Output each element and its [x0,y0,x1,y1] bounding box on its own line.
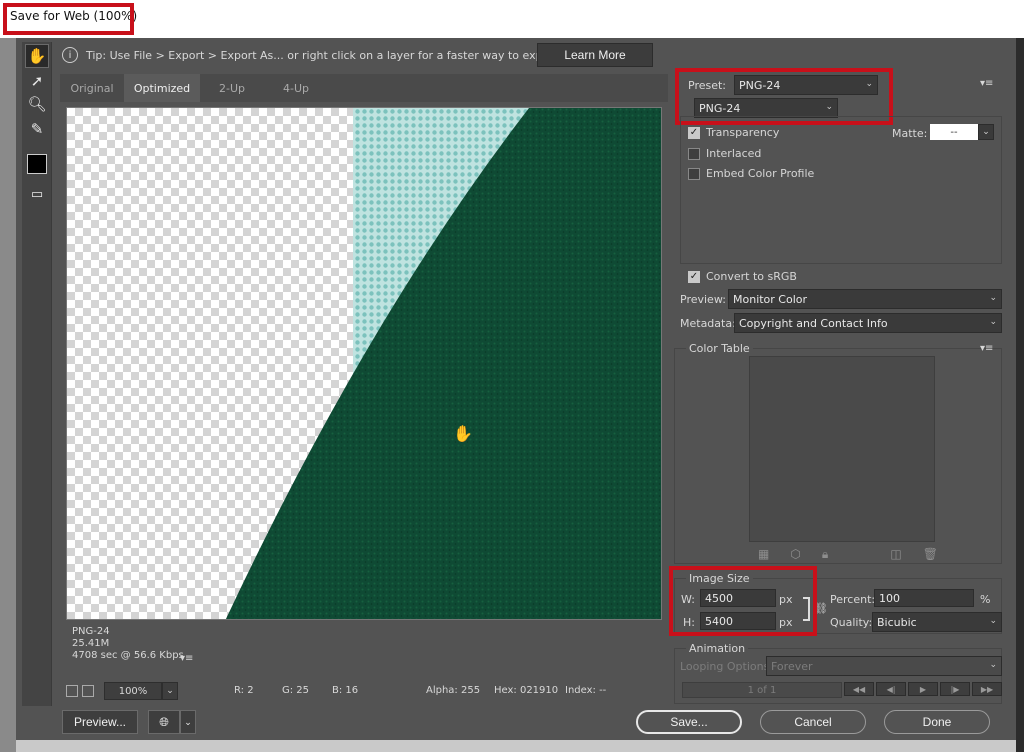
color-table-grid[interactable] [749,356,935,542]
view-tabs: Original Optimized 2-Up 4-Up [60,74,668,102]
color-table-title: Color Table [686,342,753,355]
status-hex: Hex: 021910 [494,685,559,696]
chevron-down-icon: ⌄ [989,293,997,303]
cube-icon[interactable]: ⬡ [790,547,800,562]
preview-button[interactable]: Preview... [62,710,138,734]
background-left [0,38,16,752]
status-blue: B: 16 [332,685,359,696]
status-green: G: 25 [282,685,310,696]
convert-srgb-option[interactable]: ✓ Convert to sRGB [688,270,797,283]
new-color-icon[interactable]: ◫ [890,547,901,562]
status-alpha: Alpha: 255 [426,685,481,696]
interlaced-option[interactable]: Interlaced [688,147,761,160]
play-icon[interactable]: ▶ [908,682,938,696]
preview-label: Preview: [680,293,726,306]
trash-icon[interactable]: 🗑︎ [923,547,938,562]
metadata-label: Metadata: [680,317,736,330]
looping-dropdown[interactable]: Forever ⌄ [766,656,1002,676]
embed-profile-label: Embed Color Profile [706,167,815,180]
matte-chevron-down-icon[interactable]: ⌄ [978,124,994,140]
checkmark-icon[interactable]: ✓ [688,270,700,283]
color-table-menu-icon[interactable]: ▾≡ [980,343,993,354]
quality-label: Quality: [830,616,873,629]
chevron-down-icon: ⌄ [989,660,997,670]
matte-color-swatch[interactable]: -- [930,124,978,140]
embed-profile-checkbox[interactable] [688,167,700,180]
previous-frame-icon[interactable]: ◀| [876,682,906,696]
preview-canvas[interactable]: ✋ [66,107,662,620]
status-bar: 100% ⌄ R: 2 G: 25 B: 16 Alpha: 255 Hex: … [60,680,668,702]
zoom-level-field[interactable]: 100% [104,682,162,700]
transparency-label: Transparency [706,126,780,139]
quality-value: Bicubic [877,615,917,629]
chevron-down-icon: ⌄ [989,616,997,626]
looping-value: Forever [771,659,813,673]
done-button[interactable]: Done [884,710,990,734]
frame-counter: 1 of 1 [682,682,842,698]
tip-text: Tip: Use File > Export > Export As... or… [86,48,597,62]
status-red: R: 2 [234,685,254,696]
info-icon: i [62,47,78,63]
preview-value: Monitor Color [733,292,808,306]
optimized-info: PNG-24 25.41M 4708 sec @ 56.6 Kbps [72,626,184,662]
toggle-slices-icon[interactable]: ▭ [25,182,49,206]
embed-profile-option[interactable]: Embed Color Profile [688,167,814,180]
metadata-dropdown[interactable]: Copyright and Contact Info ⌄ [734,313,1002,333]
learn-more-button[interactable]: Learn More [537,43,653,67]
matte-label: Matte: [892,127,928,140]
convert-srgb-label: Convert to sRGB [706,270,797,283]
percent-label: Percent: [830,593,876,606]
background-right [1016,38,1024,752]
lock-icon[interactable]: 🔒︎ [822,547,828,562]
info-download-time: 4708 sec @ 56.6 Kbps [72,650,184,661]
device-central-icon[interactable]: 🌐︎ [148,710,180,734]
image-artwork [225,108,661,619]
metadata-value: Copyright and Contact Info [739,316,888,330]
info-menu-icon[interactable]: ▾≡ [180,653,193,664]
first-frame-icon[interactable]: ◀◀ [844,682,874,696]
color-table-toolbar: ▦ ⬡ 🔒︎ ◫ 🗑︎ [758,547,938,562]
zoom-dropdown-chevron-icon[interactable]: ⌄ [162,682,178,700]
cancel-button[interactable]: Cancel [760,710,866,734]
background-bottom [16,740,1016,752]
slice-select-tool-icon[interactable]: ➚ [25,69,49,93]
eyedropper-tool-icon[interactable]: ✎ [25,117,49,141]
zoom-tool-icon[interactable]: 🔍︎ [25,92,49,116]
last-frame-icon[interactable]: ▶▶ [972,682,1002,696]
interlaced-checkbox[interactable] [688,147,700,160]
info-format: PNG-24 [72,626,110,637]
next-frame-icon[interactable]: |▶ [940,682,970,696]
percent-unit: % [980,593,991,606]
optimize-menu-icon[interactable]: ▾≡ [980,78,993,89]
animation-controls: ◀◀ ◀| ▶ |▶ ▶▶ [844,682,1004,696]
title-bar: Save for Web (100%) [0,0,1024,38]
hand-cursor-icon: ✋ [453,424,473,443]
zoom-in-icon[interactable] [82,685,94,697]
highlight-title [3,3,134,35]
quality-dropdown[interactable]: Bicubic ⌄ [872,612,1002,632]
save-button[interactable]: Save... [636,710,742,734]
animation-title: Animation [686,642,749,655]
zoom-out-icon[interactable] [66,685,78,697]
looping-label: Looping Options: [680,660,774,673]
info-size: 25.41M [72,638,110,649]
browser-chevron-down-icon[interactable]: ⌄ [180,710,196,734]
chevron-down-icon: ⌄ [989,317,997,327]
interlaced-label: Interlaced [706,147,762,160]
tab-2-up[interactable]: 2-Up [200,74,264,102]
tab-4-up[interactable]: 4-Up [264,74,328,102]
tip-bar: i Tip: Use File > Export > Export As... … [52,42,668,68]
transparency-option[interactable]: ✓ Transparency [688,126,779,139]
highlight-image-size [669,566,817,636]
hand-tool-icon[interactable]: ✋ [25,44,49,68]
preview-dropdown[interactable]: Monitor Color ⌄ [728,289,1002,309]
eyedropper-color-swatch[interactable] [27,154,47,174]
status-index: Index: -- [565,685,607,696]
tool-strip: ✋ ➚ 🔍︎ ✎ ▭ [22,42,52,706]
tab-optimized[interactable]: Optimized [124,74,200,102]
checkmark-icon[interactable]: ✓ [688,126,700,139]
percent-input[interactable]: 100 [874,589,974,607]
web-snap-icon[interactable]: ▦ [758,547,769,562]
tab-original[interactable]: Original [60,74,124,102]
